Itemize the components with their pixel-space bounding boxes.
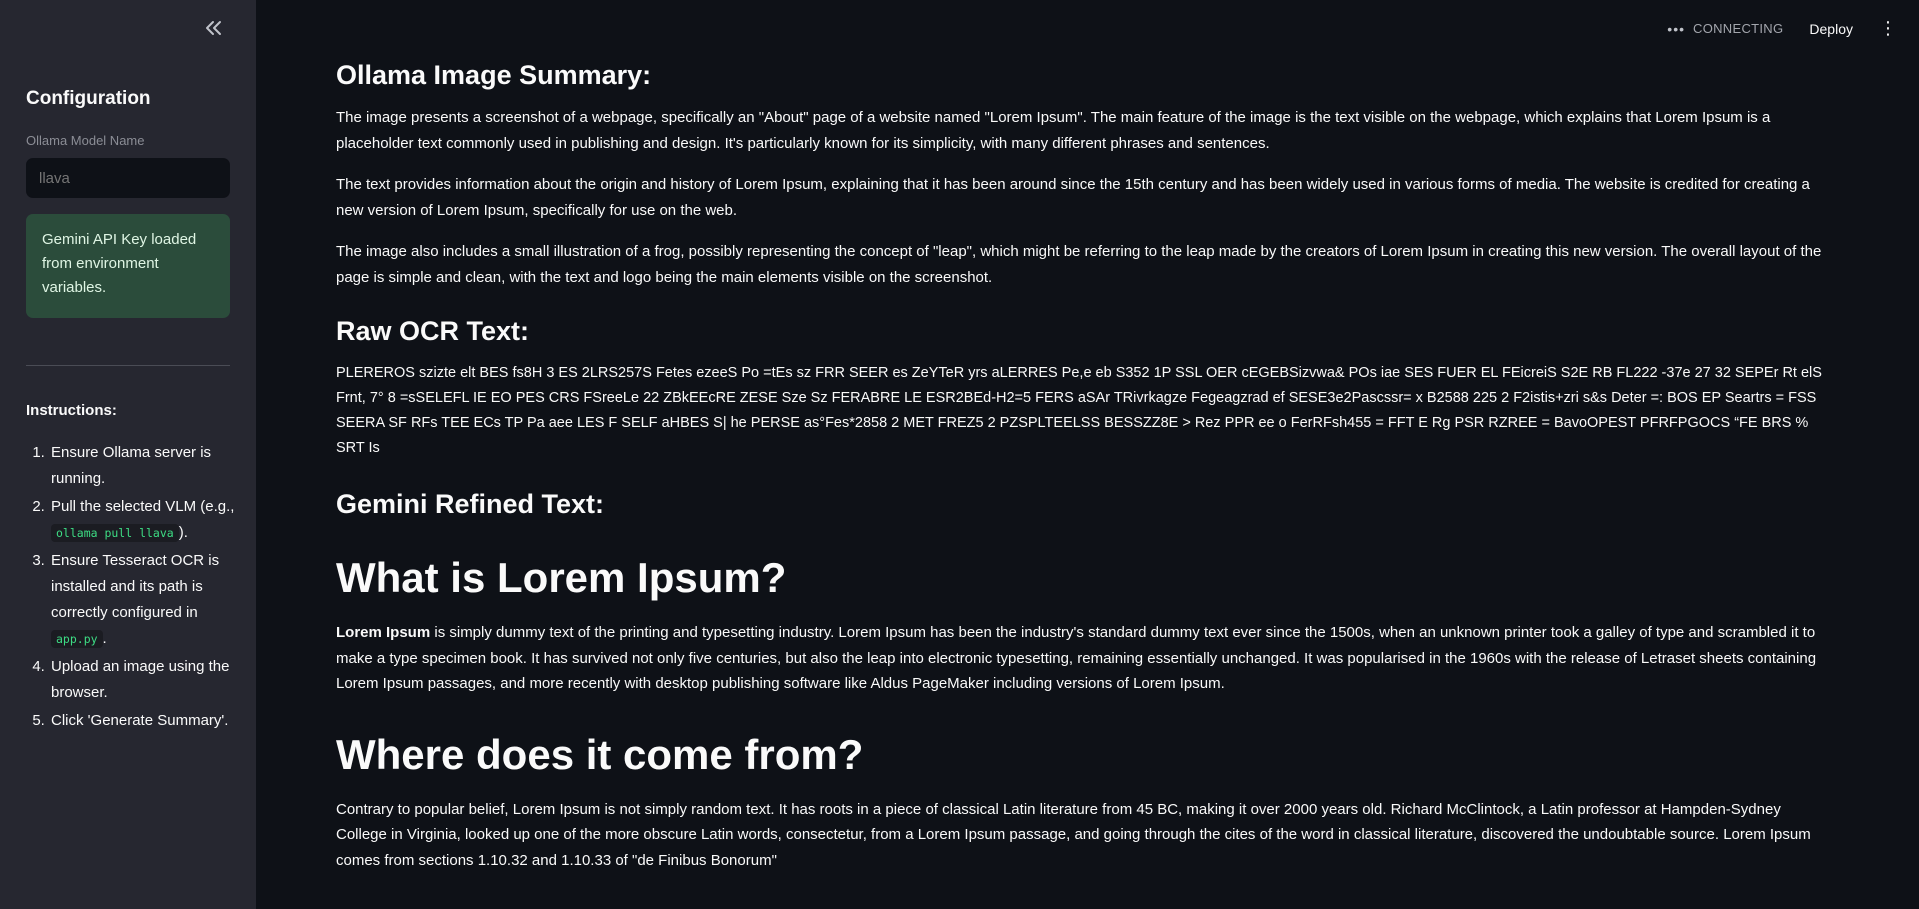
- loading-dots-icon: •••: [1667, 20, 1686, 37]
- lorem-heading: What is Lorem Ipsum?: [336, 554, 787, 601]
- lorem-paragraph: Lorem Ipsum is simply dummy text of the …: [336, 624, 1817, 692]
- origin-heading: Where does it come from?: [336, 730, 864, 778]
- main-menu-button[interactable]: ⋮: [1879, 18, 1897, 39]
- sidebar: Configuration Ollama Model Name Gemini A…: [0, 0, 256, 909]
- connection-status: ••• CONNECTING: [1667, 20, 1784, 37]
- instruction-item-2: Pull the selected VLM (e.g., ollama pull…: [49, 494, 236, 546]
- ocr-heading: Raw OCR Text:: [336, 316, 530, 346]
- main-content: Ollama Image Summary: The image presents…: [336, 60, 1830, 889]
- instruction-item-5: Click 'Generate Summary'.: [49, 708, 236, 734]
- instructions-list: Ensure Ollama server is running. Pull th…: [26, 440, 236, 736]
- header-toolbar: ••• CONNECTING Deploy ⋮: [1667, 18, 1897, 39]
- instruction-item-1: Ensure Ollama server is running.: [49, 440, 236, 492]
- sidebar-title: Configuration: [26, 88, 151, 109]
- double-chevron-left-icon: [206, 21, 221, 35]
- summary-heading: Ollama Image Summary:: [336, 60, 652, 90]
- model-name-input[interactable]: [26, 158, 230, 198]
- deploy-button[interactable]: Deploy: [1809, 21, 1853, 37]
- summary-paragraph: The image also includes a small illustra…: [336, 243, 1822, 286]
- api-key-success-alert: Gemini API Key loaded from environment v…: [26, 214, 230, 318]
- gemini-heading: Gemini Refined Text:: [336, 489, 605, 519]
- vertical-dots-icon: ⋮: [1879, 18, 1897, 38]
- summary-paragraph: The image presents a screenshot of a web…: [336, 109, 1771, 152]
- origin-paragraph: Contrary to popular belief, Lorem Ipsum …: [336, 800, 1811, 869]
- instructions-title: Instructions:: [26, 402, 117, 419]
- lorem-bold-term: Lorem Ipsum: [336, 624, 431, 641]
- instruction-item-4: Upload an image using the browser.: [49, 654, 236, 706]
- ocr-text: PLEREROS szizte elt BES fs8H 3 ES 2LRS25…: [336, 365, 1822, 456]
- inline-code: app.py: [51, 630, 103, 648]
- sidebar-divider: [26, 365, 230, 366]
- inline-code: ollama pull llava: [51, 524, 179, 542]
- model-name-label: Ollama Model Name: [26, 133, 145, 148]
- instruction-item-3: Ensure Tesseract OCR is installed and it…: [49, 548, 236, 652]
- summary-paragraph: The text provides information about the …: [336, 176, 1810, 219]
- collapse-sidebar-button[interactable]: [200, 14, 228, 42]
